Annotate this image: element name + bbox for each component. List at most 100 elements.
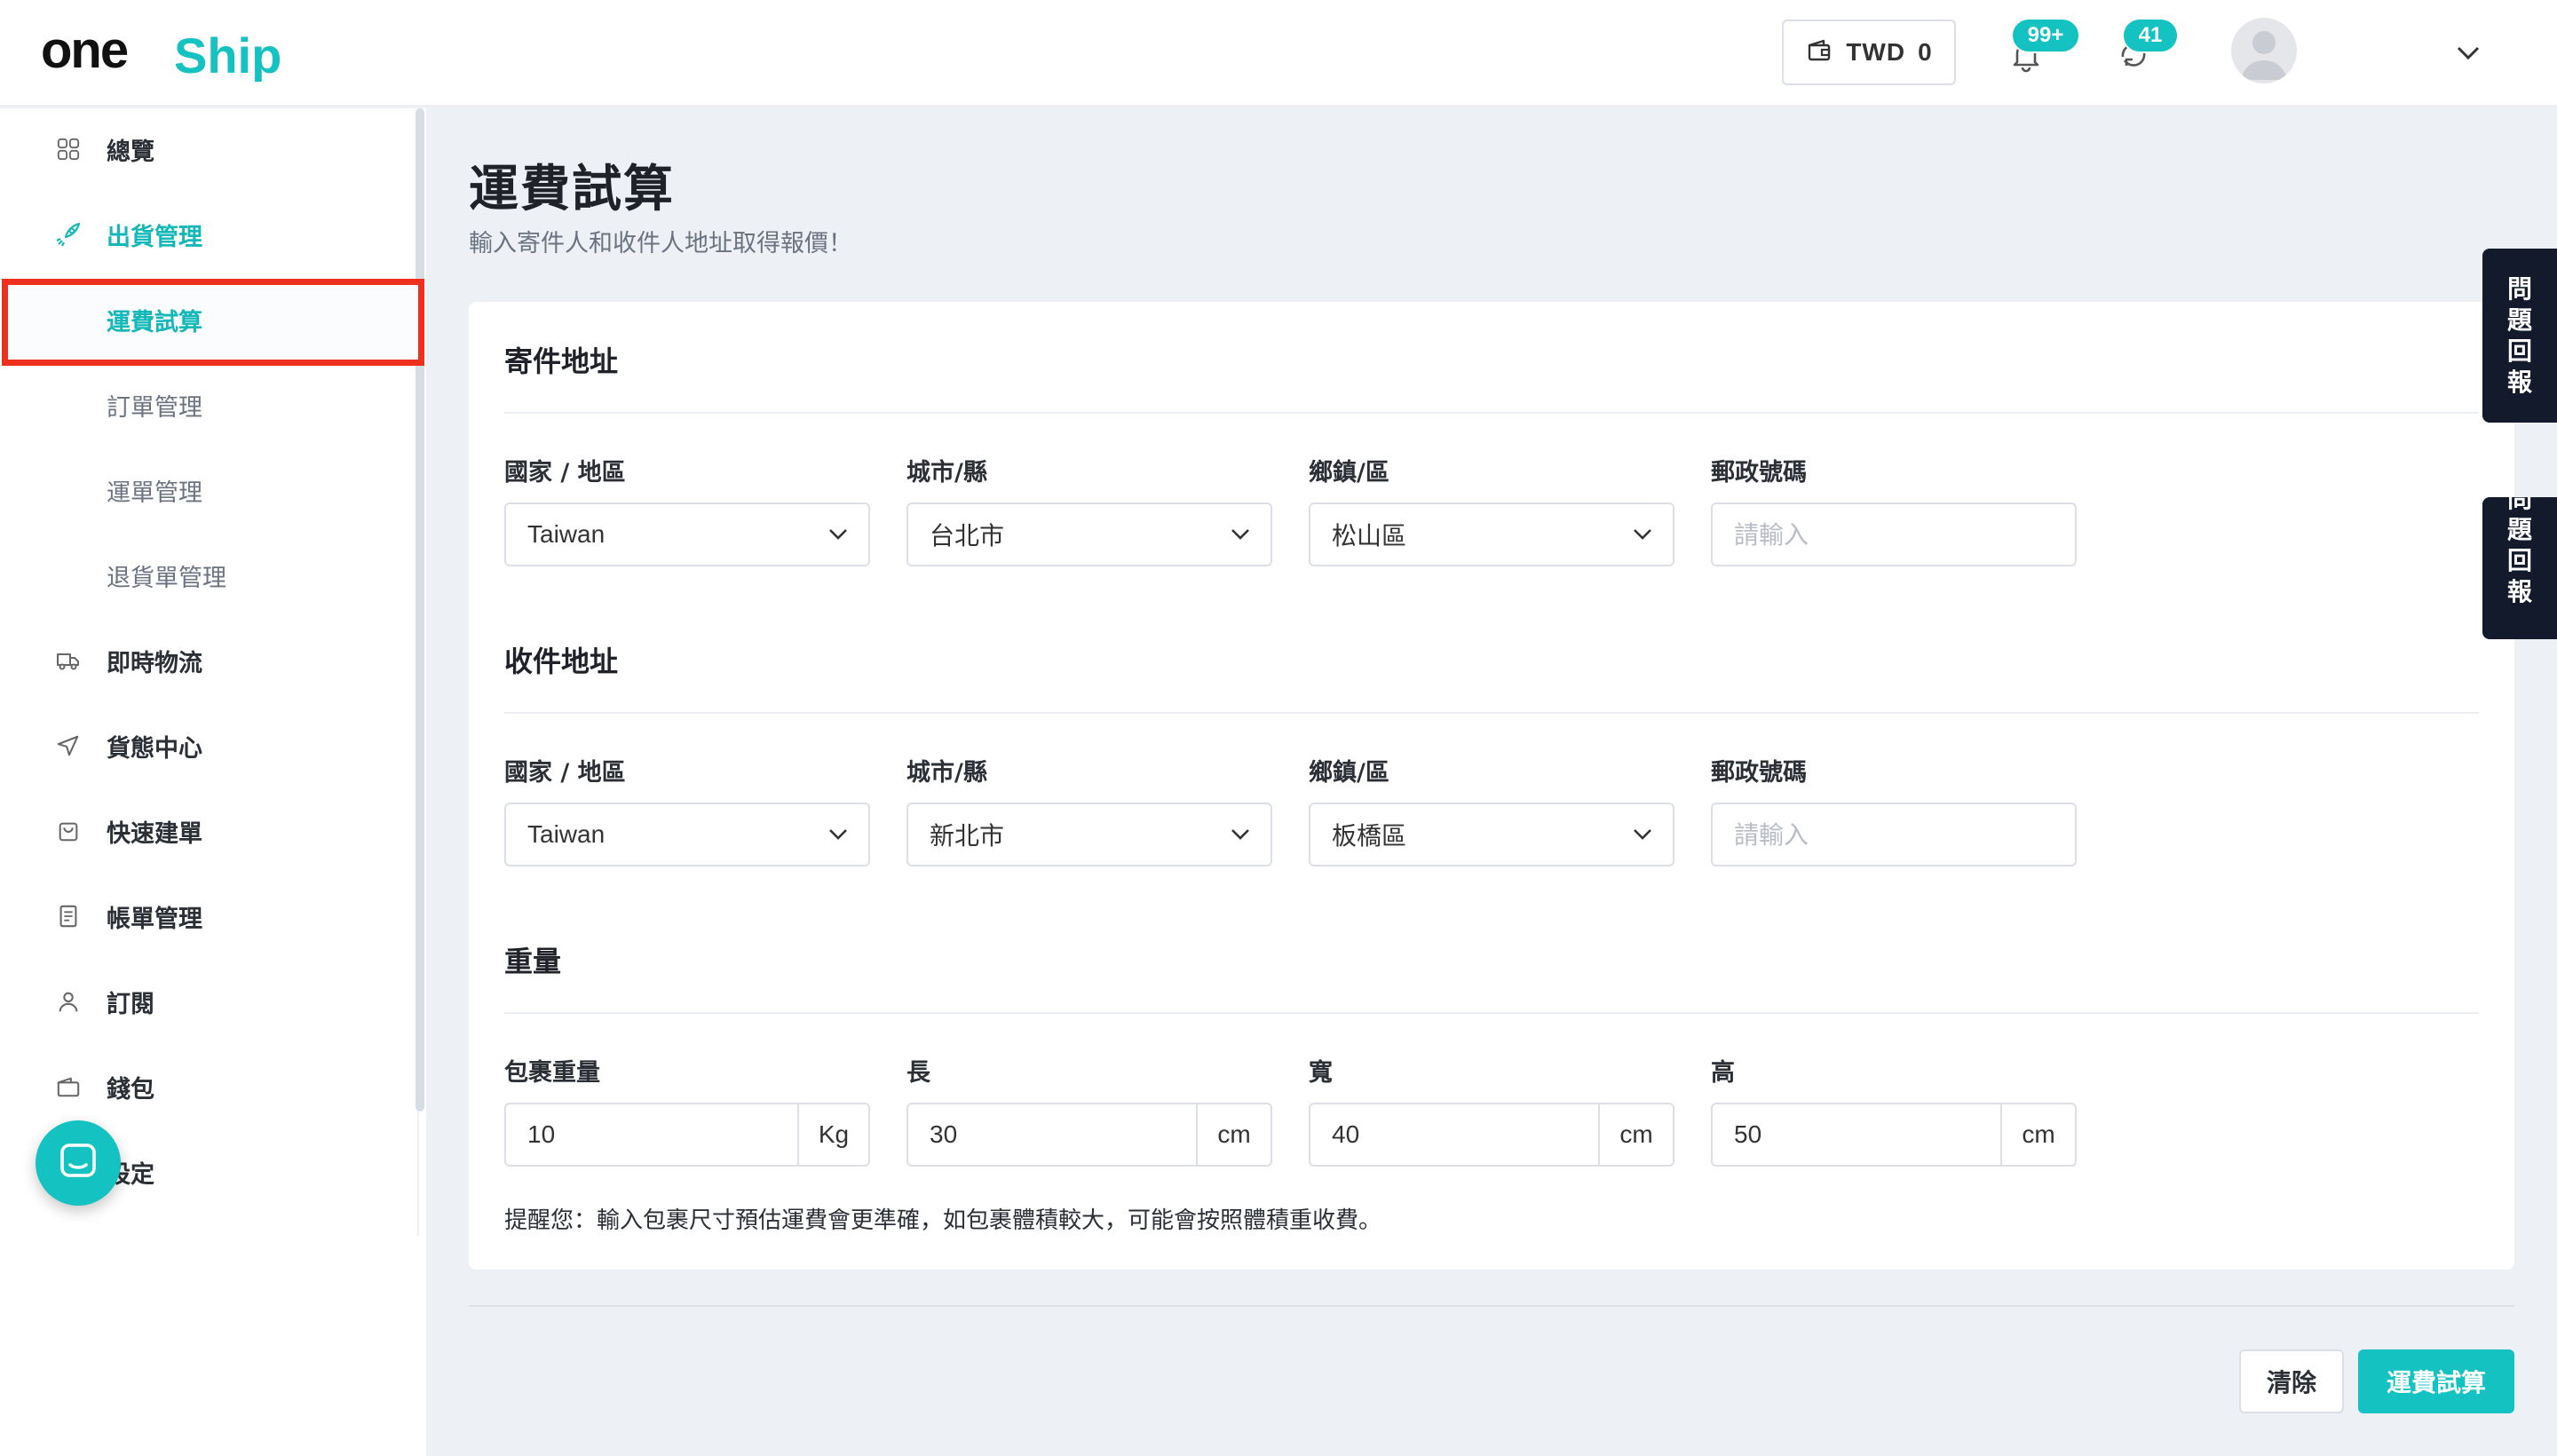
sidebar-item-order-management[interactable]: 訂單管理 [0,362,417,447]
select-value: Taiwan [527,520,606,548]
sidebar-item-waybill-management[interactable]: 運單管理 [0,447,417,533]
receiver-postal-input[interactable] [1711,803,2077,866]
section-divider [504,412,2479,414]
sidebar-item-quick-create[interactable]: 快速建單 [0,788,417,874]
sidebar-item-label: 運費試算 [107,308,202,336]
page-title: 運費試算 [469,161,675,218]
chevron-down-icon [1634,529,1651,540]
receiver-section-title: 收件地址 [504,645,619,678]
select-value: Taiwan [527,820,606,848]
page-subtitle: 輸入寄件人和收件人地址取得報價！ [469,230,852,257]
receiver-district-select[interactable]: 板橋區 [1309,803,1674,866]
wallet-icon [55,1073,82,1100]
sidebar-item-shipping-calculator[interactable]: 運費試算 [0,277,417,362]
user-avatar[interactable] [2231,18,2297,83]
chevron-down-icon [829,829,847,840]
footer-divider [469,1305,2514,1307]
width-value: 40 [1332,1120,1360,1148]
notification-count-badge: 99+ [2011,18,2080,53]
sidebar-item-label: 總覽 [107,138,154,166]
send-icon [55,732,82,759]
height-unit: cm [2000,1104,2075,1165]
chevron-down-icon [829,529,847,540]
length-value: 30 [930,1120,958,1148]
svg-text:Ship: Ship [174,28,281,82]
chevron-down-icon[interactable] [2455,43,2482,64]
select-value: 新北市 [930,821,1005,851]
width-label: 寬 [1309,1059,1333,1087]
wallet-currency: TWD [1846,38,1906,66]
sidebar-item-shipping[interactable]: 出貨管理 [0,192,417,277]
receiver-country-select[interactable]: Taiwan [504,803,870,866]
clear-button[interactable]: 清除 [2239,1349,2344,1413]
wallet-balance-button[interactable]: TWD 0 [1782,20,1956,85]
feedback-char: 報 [2506,577,2532,606]
sender-city-label: 城市/縣 [906,459,987,487]
sidebar-item-label: 出貨管理 [107,223,202,251]
volume-weight-hint: 提醒您：輸入包裹尺寸預估運費會更準確，如包裹體積較大，可能會按照體積重收費。 [504,1207,1382,1234]
select-value: 板橋區 [1332,821,1407,851]
sidebar-item-label: 快速建單 [107,819,202,848]
height-label: 高 [1711,1059,1735,1087]
sidebar-item-billing[interactable]: 帳單管理 [0,874,417,959]
chevron-down-icon [1231,829,1249,840]
length-unit: cm [1196,1104,1271,1165]
grid-icon [55,136,82,162]
receiver-city-select[interactable]: 新北市 [906,803,1272,866]
feedback-char: 問 [2506,497,2532,513]
sidebar-item-wallet[interactable]: 錢包 [0,1044,417,1129]
calculate-button[interactable]: 運費試算 [2358,1349,2514,1413]
sidebar-item-subscription[interactable]: 訂閱 [0,959,417,1044]
sidebar-item-label: 貨態中心 [107,734,202,763]
weight-label: 包裹重量 [504,1059,600,1087]
receiver-country-label: 國家 / 地區 [504,759,626,787]
weight-input[interactable]: 10 Kg [504,1103,870,1167]
bag-icon [55,818,82,844]
section-divider [504,712,2479,714]
avatar-silhouette-icon [2242,31,2286,80]
sender-postal-input[interactable] [1711,502,2077,566]
oneship-logo[interactable]: one Ship [41,23,289,82]
receipt-icon [55,903,82,930]
height-input[interactable]: 50 cm [1711,1103,2077,1167]
chat-icon [57,1140,99,1186]
sender-district-label: 鄉鎮/區 [1309,459,1389,487]
receiver-district-label: 鄉鎮/區 [1309,759,1389,787]
sidebar-item-overview[interactable]: 總覽 [0,107,417,192]
feedback-char: 回 [2506,336,2532,366]
chevron-down-icon [1231,529,1249,540]
svg-text:one: one [41,23,128,79]
feedback-char: 問 [2506,274,2532,304]
chat-support-button[interactable] [36,1120,121,1206]
sidebar-item-label: 訂閱 [107,990,154,1018]
feedback-char: 題 [2506,305,2532,335]
length-input[interactable]: 30 cm [906,1103,1272,1167]
section-divider [504,1012,2479,1014]
feedback-char: 回 [2506,546,2532,575]
sender-district-select[interactable]: 松山區 [1309,502,1674,566]
sender-section-title: 寄件地址 [504,344,619,378]
sender-country-select[interactable]: Taiwan [504,502,870,566]
chevron-down-icon [1634,829,1651,840]
length-label: 長 [906,1059,930,1087]
sender-city-select[interactable]: 台北市 [906,502,1272,566]
sidebar-item-label: 退貨單管理 [107,564,226,592]
feedback-tab-duplicate[interactable]: 問 題 回 報 [2482,497,2557,639]
weight-section-title: 重量 [504,945,562,978]
feedback-tab[interactable]: 問 題 回 報 [2482,249,2557,423]
sender-postal-label: 郵政號碼 [1711,459,1807,487]
receiver-postal-label: 郵政號碼 [1711,759,1807,787]
sidebar-item-realtime-logistics[interactable]: 即時物流 [0,618,417,703]
sidebar-item-return-management[interactable]: 退貨單管理 [0,533,417,618]
sidebar-item-tracking-center[interactable]: 貨態中心 [0,703,417,788]
feedback-char: 報 [2506,368,2532,397]
weight-value: 10 [527,1120,556,1148]
width-input[interactable]: 40 cm [1309,1103,1674,1167]
logo-mark: one Ship [41,23,281,82]
sidebar-item-label: 帳單管理 [107,905,202,933]
wallet-icon [1805,36,1833,70]
sidebar-item-label: 即時物流 [107,649,202,677]
sidebar-item-label: 錢包 [107,1075,154,1104]
sidebar-divider [417,1112,419,1236]
wallet-amount: 0 [1918,38,1933,66]
